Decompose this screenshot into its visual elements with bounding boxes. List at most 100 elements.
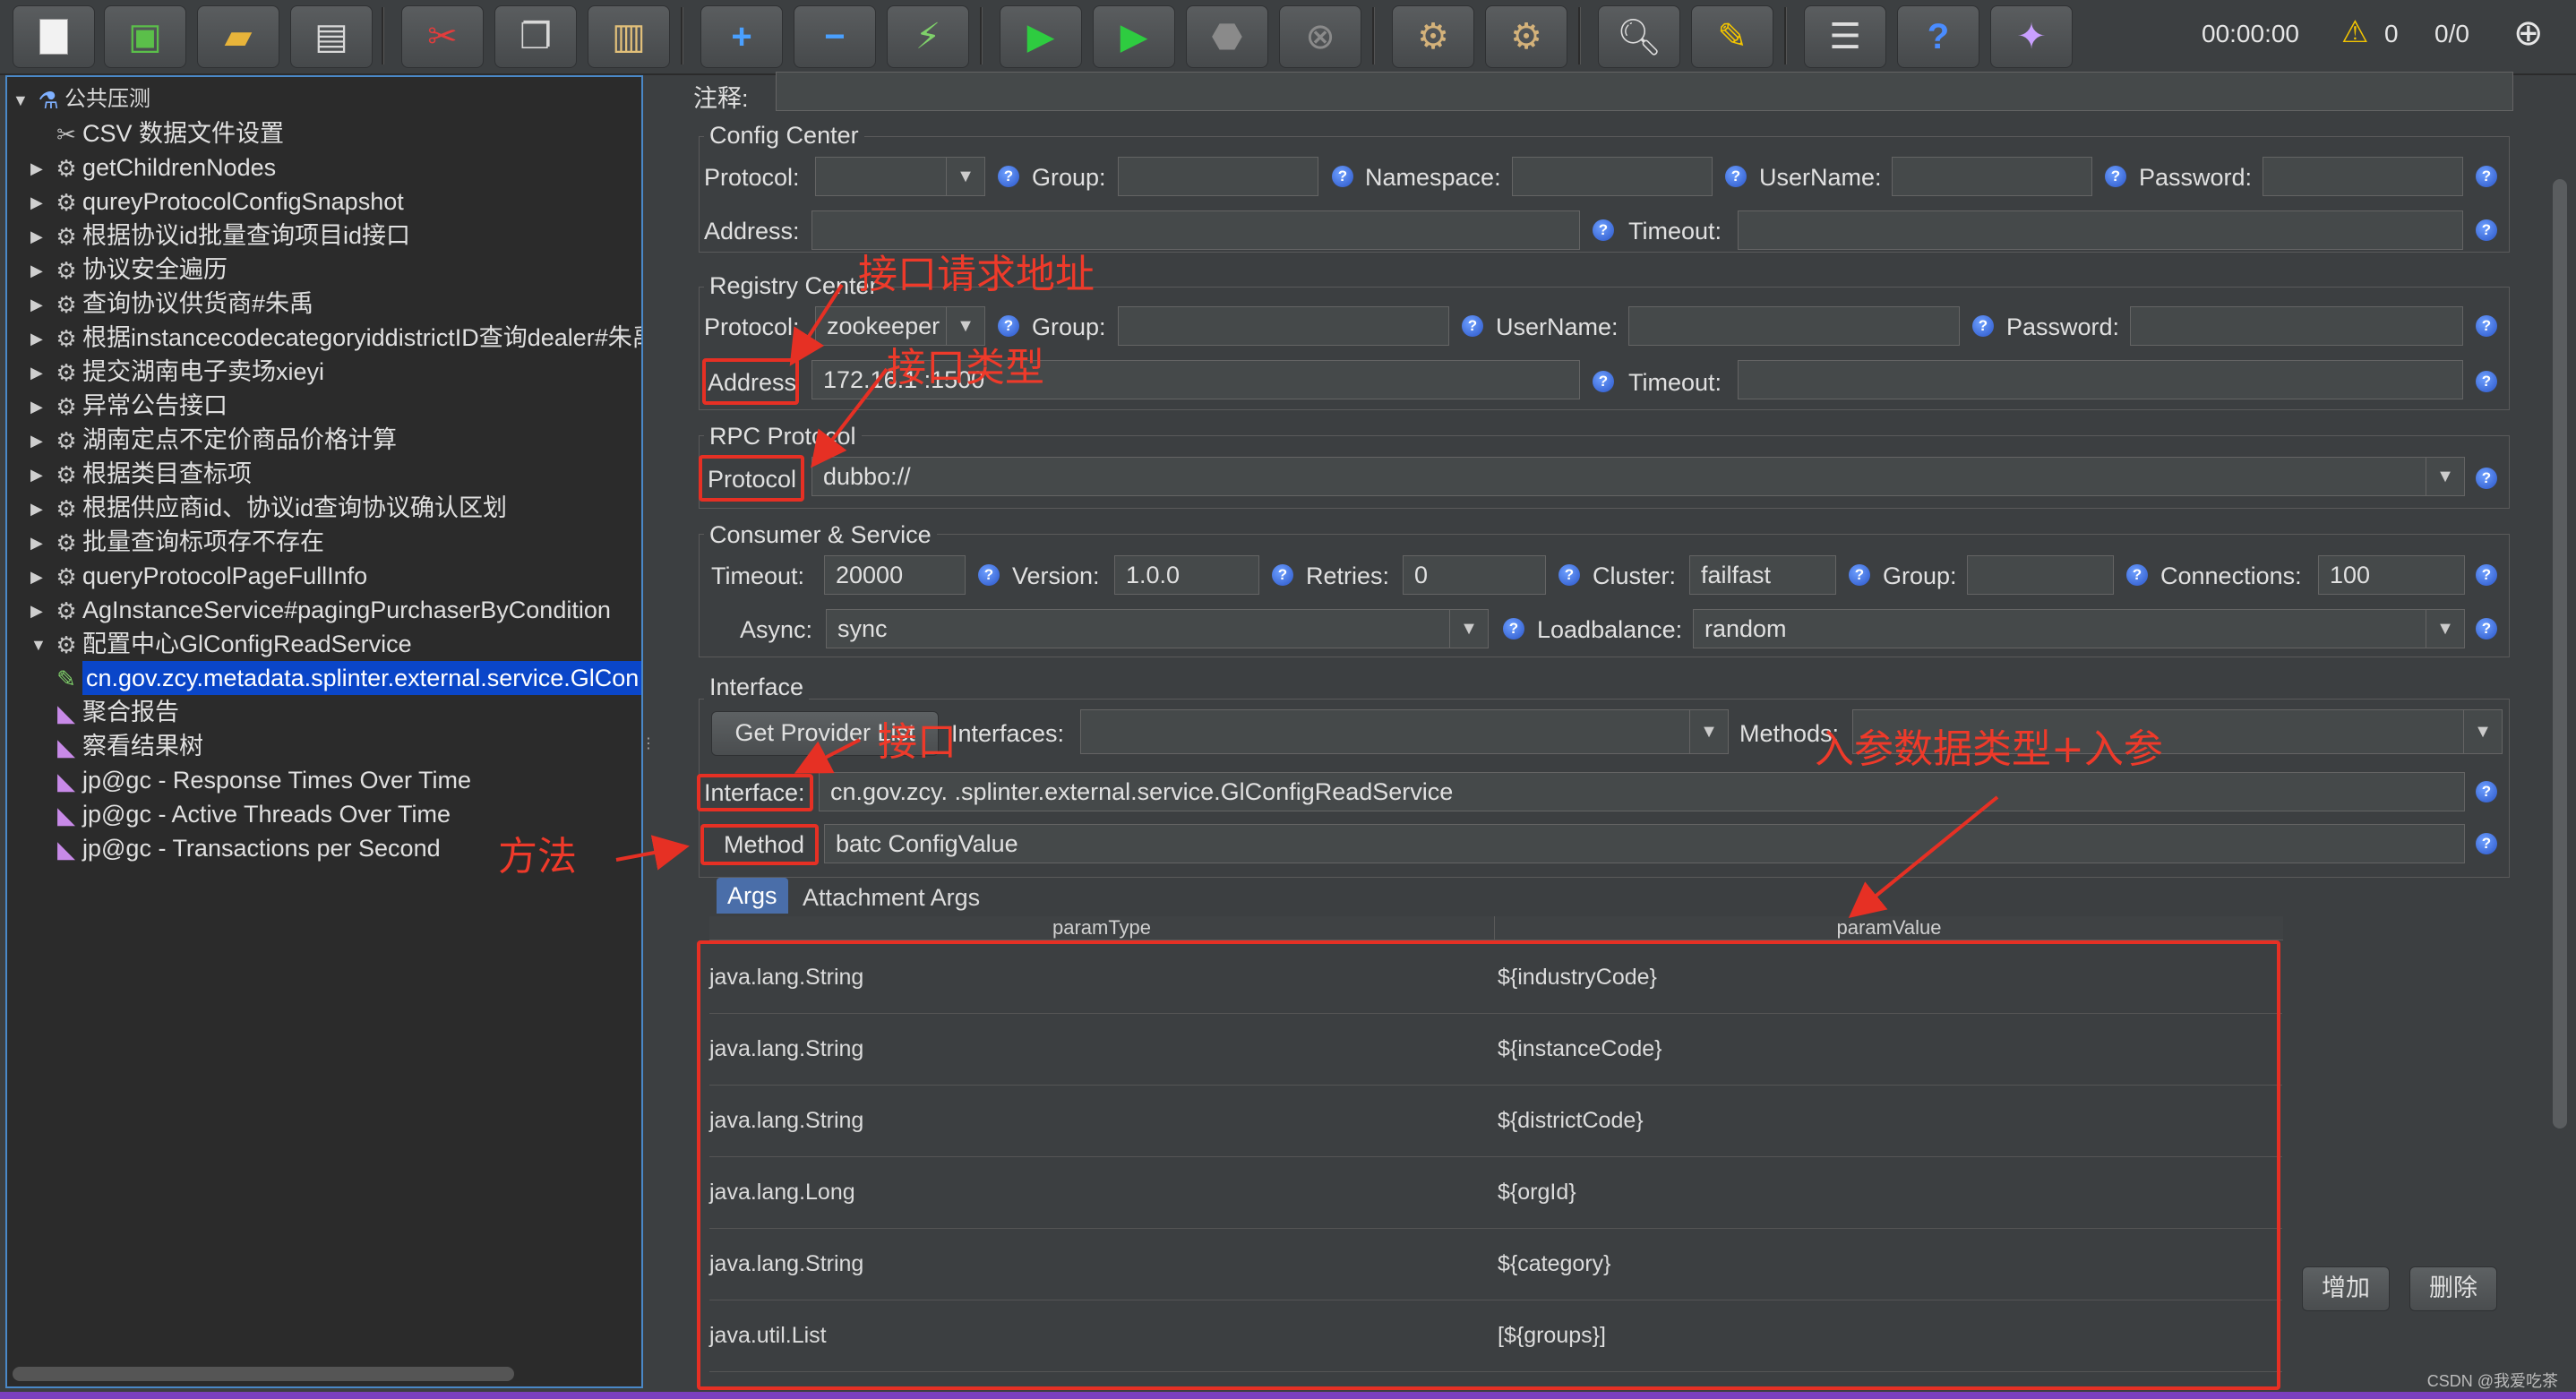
tree-node[interactable]: ▶ ⚙ 根据类目查标项: [30, 457, 252, 492]
expand-arrow-icon[interactable]: ▼: [30, 628, 50, 662]
start-no-pause-icon[interactable]: ▶: [1093, 5, 1175, 68]
help-icon[interactable]: ?: [1558, 564, 1580, 586]
rpc-protocol-select[interactable]: dubbo://▼: [811, 457, 2465, 496]
help-icon[interactable]: ?: [2476, 564, 2497, 586]
tree-node[interactable]: ▶ ⚙ 根据协议id批量查询项目id接口: [30, 219, 410, 253]
expand-arrow-icon[interactable]: ▶: [30, 219, 50, 253]
help-icon[interactable]: ?: [2476, 468, 2497, 489]
tree-node[interactable]: ▶ ⚙ queryProtocolPageFullInfo: [30, 559, 367, 594]
comment-input[interactable]: [776, 72, 2513, 111]
tree-node[interactable]: ◣ 聚合报告: [30, 695, 179, 729]
tree-node[interactable]: ▶ ⚙ 提交湖南电子卖场xieyi: [30, 355, 324, 390]
method-input[interactable]: batc ConfigValue: [824, 824, 2465, 863]
expand-arrow-icon[interactable]: ▶: [30, 356, 50, 390]
rc-username-input[interactable]: [1628, 306, 1960, 346]
consumer-cluster-input[interactable]: failfast: [1689, 555, 1836, 595]
rc-group-input[interactable]: [1118, 306, 1449, 346]
help-icon[interactable]: ?: [1332, 166, 1353, 187]
help-icon[interactable]: ?: [1593, 371, 1614, 392]
expand-arrow-icon[interactable]: ▶: [30, 390, 50, 424]
expand-arrow-icon[interactable]: ▶: [30, 424, 50, 458]
templates-icon[interactable]: ▣: [104, 5, 186, 68]
cc-group-input[interactable]: [1118, 157, 1318, 196]
help-icon[interactable]: ?: [2126, 564, 2148, 586]
help-icon[interactable]: ?: [998, 315, 1019, 337]
tree-node[interactable]: ▶ ⚙ 批量查询标项存不存在: [30, 525, 324, 560]
tree-node[interactable]: ▶ ⚙ 根据instancecodecategoryiddistrictID查询de…: [30, 321, 641, 356]
help-icon[interactable]: ?: [998, 166, 1019, 187]
remote-icon[interactable]: ✦: [1990, 5, 2073, 68]
tree-node[interactable]: ▶ ⚙ 协议安全遍历: [30, 253, 228, 288]
help-icon[interactable]: ?: [1725, 166, 1747, 187]
expand-icon[interactable]: +: [700, 5, 783, 68]
new-icon[interactable]: [13, 5, 95, 68]
tree-node[interactable]: ▶ ⚙ 异常公告接口: [30, 389, 228, 424]
cc-password-input[interactable]: [2263, 157, 2463, 196]
reset-search-icon[interactable]: ✎: [1691, 5, 1773, 68]
help-icon[interactable]: ?: [978, 564, 1000, 586]
cc-protocol-select[interactable]: ▼: [815, 157, 985, 196]
consumer-timeout-input[interactable]: 20000: [824, 555, 966, 595]
tree-node[interactable]: ◣ jp@gc - Response Times Over Time: [30, 763, 471, 797]
tree-node[interactable]: ◣ jp@gc - Transactions per Second: [30, 831, 441, 865]
expand-arrow-icon[interactable]: ▶: [30, 185, 50, 219]
cut-icon[interactable]: ✂: [401, 5, 484, 68]
expand-arrow-icon[interactable]: ▶: [30, 560, 50, 594]
help-icon[interactable]: ?: [1503, 618, 1524, 639]
help-icon[interactable]: ?: [1849, 564, 1870, 586]
expand-arrow-icon[interactable]: ▶: [30, 151, 50, 185]
table-header-paramtype[interactable]: paramType: [709, 916, 1494, 940]
expand-arrow-icon[interactable]: ▶: [30, 322, 50, 356]
test-plan-tree[interactable]: ▼ ⚗ 公共压测 ✂ CSV 数据文件设置 ▶ ⚙ getChildrenNodes ▶ ⚙ qu…: [5, 75, 643, 1388]
help-icon[interactable]: ?: [2476, 833, 2497, 854]
rc-password-input[interactable]: [2130, 306, 2463, 346]
consumer-group-input[interactable]: [1967, 555, 2114, 595]
toggle-icon[interactable]: ⚡: [887, 5, 969, 68]
interface-input[interactable]: cn.gov.zcy. .splinter.external.service.G…: [819, 772, 2465, 811]
help-icon[interactable]: ?: [2476, 166, 2497, 187]
help-icon[interactable]: ?: [2476, 371, 2497, 392]
tree-root[interactable]: ▼ ⚗ 公共压测: [13, 82, 150, 116]
split-pane-handle[interactable]: ⋮: [641, 734, 656, 761]
tab-attachment-args[interactable]: Attachment Args: [792, 880, 991, 915]
consumer-retries-input[interactable]: 0: [1403, 555, 1546, 595]
expand-arrow-icon[interactable]: ▶: [30, 526, 50, 560]
tab-args[interactable]: Args: [717, 878, 788, 914]
help-icon[interactable]: ?: [1897, 5, 1979, 68]
copy-icon[interactable]: ❐: [494, 5, 577, 68]
paste-icon[interactable]: ▥: [588, 5, 670, 68]
warning-icon[interactable]: ⚠: [2341, 14, 2368, 50]
tree-node[interactable]: ◣ 察看结果树: [30, 729, 203, 763]
rc-timeout-input[interactable]: [1738, 360, 2463, 399]
vertical-scrollbar[interactable]: [2553, 179, 2567, 1129]
consumer-connections-input[interactable]: 100: [2318, 555, 2465, 595]
expand-arrow-icon[interactable]: ▶: [30, 253, 50, 288]
help-icon[interactable]: ?: [1972, 315, 1994, 337]
consumer-async-select[interactable]: sync ▼: [826, 609, 1489, 648]
shutdown-icon[interactable]: ⊗: [1279, 5, 1361, 68]
tree-node[interactable]: ✂ CSV 数据文件设置: [30, 116, 284, 150]
clear-icon[interactable]: ⚙: [1392, 5, 1474, 68]
tree-node[interactable]: ▶ ⚙ 查询协议供货商#朱禹: [30, 287, 313, 322]
tree-node[interactable]: ▶ ⚙ AgInstanceService#pagingPurchaserByCon…: [30, 593, 611, 628]
warning-count[interactable]: 0: [2384, 20, 2399, 48]
cc-namespace-input[interactable]: [1512, 157, 1713, 196]
cc-timeout-input[interactable]: [1738, 210, 2463, 250]
help-icon[interactable]: ?: [2476, 618, 2497, 639]
expand-arrow-icon[interactable]: ▶: [30, 458, 50, 492]
consumer-loadbalance-select[interactable]: random ▼: [1693, 609, 2465, 648]
global-icon[interactable]: ⊕: [2513, 13, 2544, 54]
help-icon[interactable]: ?: [1272, 564, 1293, 586]
add-button[interactable]: 增加: [2302, 1266, 2390, 1311]
tree-node[interactable]: ◣ jp@gc - Active Threads Over Time: [30, 797, 451, 831]
expand-arrow-icon[interactable]: ▶: [30, 288, 50, 322]
delete-button[interactable]: 删除: [2409, 1266, 2497, 1311]
expand-arrow-icon[interactable]: ▶: [30, 594, 50, 628]
clear-all-icon[interactable]: ⚙: [1485, 5, 1567, 68]
tree-node[interactable]: ▶ ⚙ 湖南定点不定价商品价格计算: [30, 423, 397, 458]
help-icon[interactable]: ?: [1593, 219, 1614, 241]
tree-node[interactable]: ▼ ⚙ 配置中心GlConfigReadService: [30, 627, 412, 662]
cc-username-input[interactable]: [1892, 157, 2092, 196]
table-header-paramvalue[interactable]: paramValue: [1494, 916, 2283, 940]
help-icon[interactable]: ?: [2105, 166, 2126, 187]
